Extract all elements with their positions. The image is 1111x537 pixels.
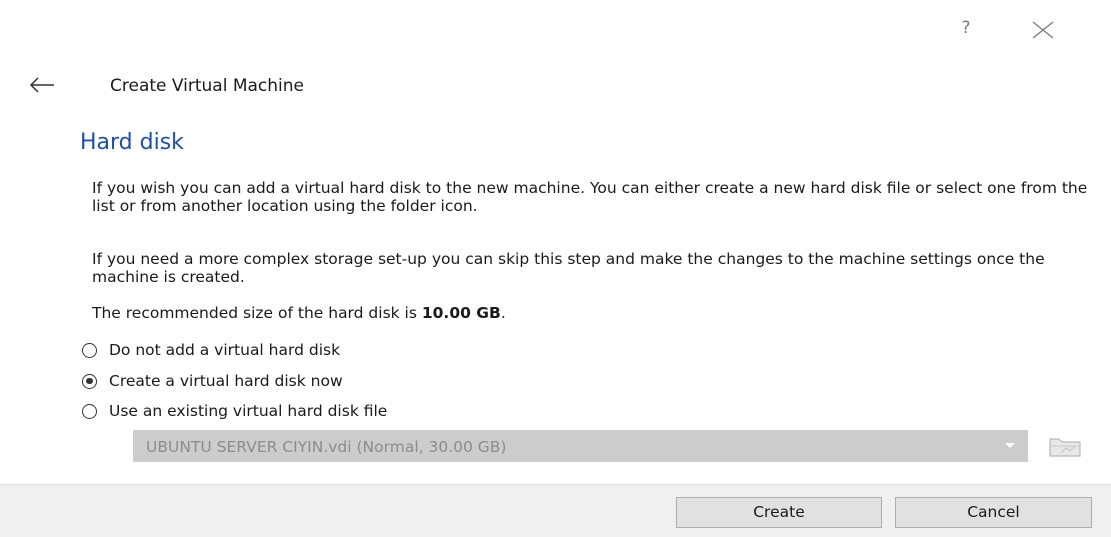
close-icon xyxy=(1032,21,1054,39)
create-button[interactable]: Create xyxy=(676,497,882,528)
existing-disk-select[interactable]: UBUNTU SERVER CIYIN.vdi (Normal, 30.00 G… xyxy=(133,430,1028,462)
recommended-size-suffix: . xyxy=(500,304,506,322)
choose-disk-file-button[interactable] xyxy=(1046,432,1084,460)
storage-note-paragraph: If you need a more complex storage set-u… xyxy=(92,250,1045,286)
intro-paragraph: If you wish you can add a virtual hard d… xyxy=(92,179,1088,215)
help-button[interactable]: ? xyxy=(956,18,976,42)
option-no-disk[interactable]: Do not add a virtual hard disk xyxy=(82,338,340,362)
title-bar: ? xyxy=(0,0,1111,52)
back-arrow-icon xyxy=(29,77,54,93)
option-create-disk-label: Create a virtual hard disk now xyxy=(109,372,343,390)
chevron-down-icon xyxy=(1005,443,1015,448)
recommended-size-prefix: The recommended size of the hard disk is xyxy=(92,304,422,322)
folder-icon xyxy=(1049,438,1081,457)
wizard-title: Create Virtual Machine xyxy=(110,76,305,96)
existing-disk-value: UBUNTU SERVER CIYIN.vdi (Normal, 30.00 G… xyxy=(146,438,507,456)
radio-existing-disk[interactable] xyxy=(82,403,97,419)
recommended-size-text: The recommended size of the hard disk is… xyxy=(92,304,1092,322)
cancel-button[interactable]: Cancel xyxy=(895,497,1092,528)
option-existing-disk-label: Use an existing virtual hard disk file xyxy=(109,402,388,420)
page-heading: Hard disk xyxy=(80,130,184,155)
option-existing-disk[interactable]: Use an existing virtual hard disk file xyxy=(82,399,387,423)
option-create-disk[interactable]: Create a virtual hard disk now xyxy=(82,369,343,393)
option-no-disk-label: Do not add a virtual hard disk xyxy=(109,341,341,359)
wizard-header: Create Virtual Machine xyxy=(0,66,1111,108)
radio-no-disk[interactable] xyxy=(82,342,97,358)
create-vm-dialog: ? Create Virtual Machine Hard disk If yo… xyxy=(0,0,1111,537)
close-button[interactable] xyxy=(1029,16,1057,44)
radio-create-disk[interactable] xyxy=(82,373,97,389)
back-button[interactable] xyxy=(28,74,56,96)
dialog-footer: Create Cancel xyxy=(0,484,1111,537)
recommended-size-value: 10.00 GB xyxy=(421,304,501,322)
